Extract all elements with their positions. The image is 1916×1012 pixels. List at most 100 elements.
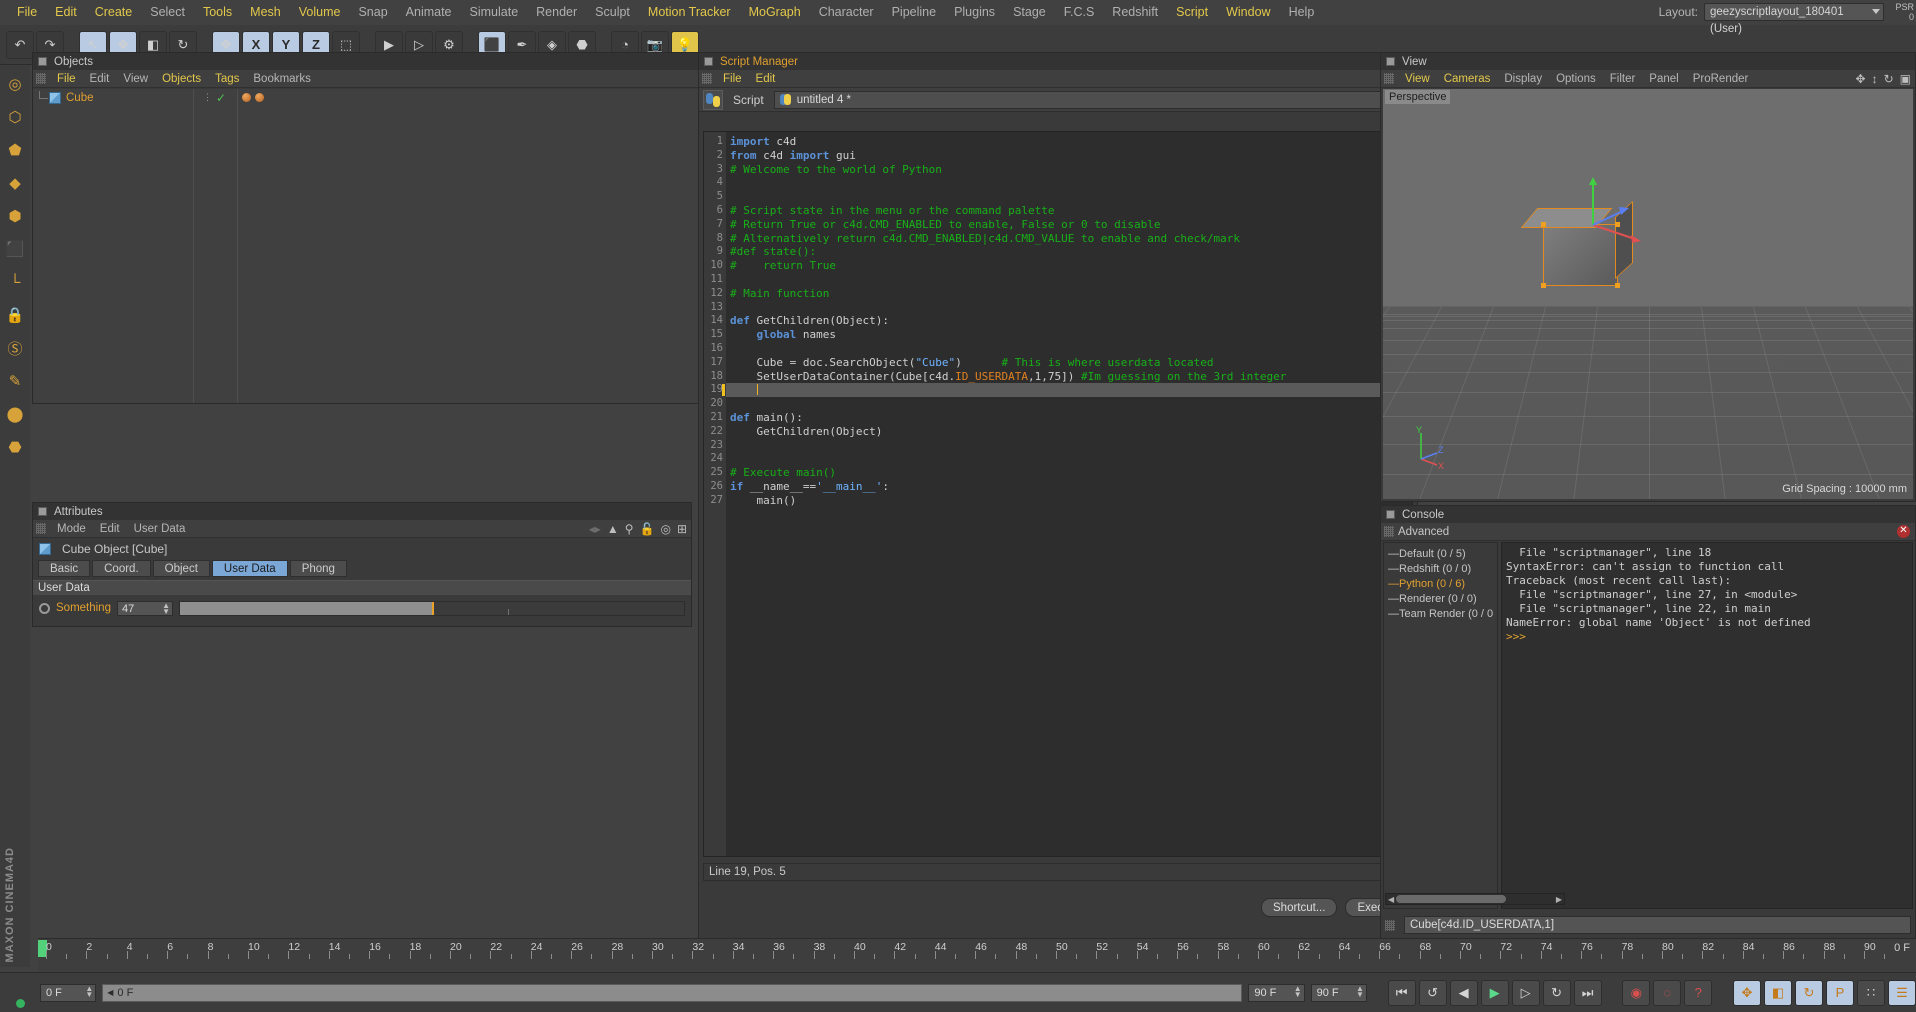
tab-advanced[interactable]: Advanced xyxy=(1398,526,1449,538)
menu-pipeline[interactable]: Pipeline xyxy=(883,0,945,25)
code-line[interactable] xyxy=(726,273,1412,287)
attributes-menu-edit[interactable]: Edit xyxy=(93,520,127,538)
objects-menu-view[interactable]: View xyxy=(116,70,155,88)
menu-motion-tracker[interactable]: Motion Tracker xyxy=(639,0,740,25)
view-menu-options[interactable]: Options xyxy=(1549,70,1603,88)
code-line[interactable]: main() xyxy=(726,494,1412,508)
go-to-end-button[interactable]: ⏭ xyxy=(1573,979,1602,1006)
objects-menu-file[interactable]: File xyxy=(50,70,83,88)
menu-create[interactable]: Create xyxy=(86,0,142,25)
lock-icon[interactable]: ⬣ xyxy=(2,432,28,462)
preview-end-input[interactable]: 90 F ▲ ▼ xyxy=(1310,983,1367,1002)
console-filter-item[interactable]: —Renderer (0 / 0) xyxy=(1386,592,1495,607)
rotate-camera-icon[interactable]: ↻ xyxy=(1884,72,1894,86)
script-dropdown[interactable]: untitled 4 * xyxy=(773,90,1412,109)
code-line[interactable]: global names xyxy=(726,328,1412,342)
pan-camera-icon[interactable]: ↕ xyxy=(1872,72,1878,86)
step-forward-button[interactable]: ▷ xyxy=(1511,979,1540,1006)
code-line[interactable] xyxy=(726,190,1412,204)
attributes-menu-user-data[interactable]: User Data xyxy=(127,520,193,538)
tag-icon[interactable] xyxy=(242,93,252,102)
menu-stage[interactable]: Stage xyxy=(1004,0,1055,25)
menu-select[interactable]: Select xyxy=(141,0,194,25)
menu-help[interactable]: Help xyxy=(1280,0,1324,25)
menu-character[interactable]: Character xyxy=(810,0,883,25)
code-line[interactable] xyxy=(726,439,1412,453)
view-menu-cameras[interactable]: Cameras xyxy=(1437,70,1498,88)
parameter-key-button[interactable]: P xyxy=(1825,979,1854,1006)
menu-f-c-s[interactable]: F.C.S xyxy=(1055,0,1104,25)
drag-grip-icon[interactable] xyxy=(1385,919,1395,931)
polygon-mode-icon[interactable]: ◆ xyxy=(2,168,28,198)
point-level-animation-button[interactable]: ∷ xyxy=(1856,979,1885,1006)
console-horizontal-scrollbar[interactable]: ◀ ▶ xyxy=(1385,893,1565,905)
console-filter-item[interactable]: —Python (0 / 6) xyxy=(1386,577,1495,592)
code-line[interactable]: GetChildren(Object) xyxy=(726,425,1412,439)
close-icon[interactable]: ✕ xyxy=(1897,525,1910,538)
scroll-right-icon[interactable]: ▶ xyxy=(1556,895,1562,904)
go-to-start-button[interactable]: ⏮ xyxy=(1387,979,1416,1006)
attributes-menu-mode[interactable]: Mode xyxy=(50,520,93,538)
shortcut-button[interactable]: Shortcut... xyxy=(1261,898,1338,917)
view-menu-display[interactable]: Display xyxy=(1497,70,1549,88)
timeline-ruler[interactable]: 0 F 0 2 4 6 8 10 12 14 16 18 20 22 24 26 28 30 32 34 36 38 4… xyxy=(38,938,1916,972)
record-keyframe-button[interactable]: ◉ xyxy=(1622,979,1651,1006)
menu-window[interactable]: Window xyxy=(1217,0,1279,25)
lock-axis-icon[interactable]: 🔒 xyxy=(2,300,28,330)
stepper-icon[interactable]: ▲ ▼ xyxy=(85,984,93,998)
position-key-button[interactable]: ✥ xyxy=(1732,979,1761,1006)
code-line[interactable] xyxy=(726,176,1412,190)
parameter-radio-icon[interactable] xyxy=(39,602,50,614)
code-line[interactable]: # Return True or c4d.CMD_ENABLED to enab… xyxy=(726,218,1412,232)
guide-icon[interactable]: ✎ xyxy=(2,366,28,396)
code-line[interactable]: #def state(): xyxy=(726,245,1412,259)
code-line[interactable]: # Main function xyxy=(726,287,1412,301)
drag-grip-icon[interactable] xyxy=(702,73,712,84)
autokey-button[interactable]: ◌ xyxy=(1653,979,1682,1006)
tab-phong[interactable]: Phong xyxy=(289,560,347,577)
play-button[interactable]: ▶ xyxy=(1480,979,1509,1006)
point-mode-icon[interactable]: ⬡ xyxy=(2,102,28,132)
code-line[interactable]: # Alternatively return c4d.CMD_ENABLED|c… xyxy=(726,232,1412,246)
menu-script[interactable]: Script xyxy=(1167,0,1217,25)
menu-snap[interactable]: Snap xyxy=(349,0,396,25)
tab-object[interactable]: Object xyxy=(152,560,210,577)
perspective-viewport[interactable]: Perspective Y X Z Grid Spacing: 10000 m… xyxy=(1383,89,1913,499)
code-line[interactable]: def GetChildren(Object): xyxy=(726,314,1412,328)
code-line[interactable] xyxy=(726,342,1412,356)
drag-grip-icon[interactable] xyxy=(1384,73,1394,84)
panel-menu-icon[interactable] xyxy=(704,57,713,66)
tab-basic[interactable]: Basic xyxy=(38,560,91,577)
slider-knob[interactable] xyxy=(431,601,434,615)
code-line[interactable] xyxy=(726,397,1412,411)
arrow-up-icon[interactable]: ▲ xyxy=(607,522,619,536)
menu-tools[interactable]: Tools xyxy=(194,0,241,25)
menu-render[interactable]: Render xyxy=(527,0,586,25)
lock-icon[interactable]: 🔓 xyxy=(640,522,655,536)
timeline-button[interactable]: ☰ xyxy=(1887,979,1916,1006)
code-line[interactable]: if __name__=='__main__': xyxy=(726,480,1412,494)
scroll-left-icon[interactable]: ◀ xyxy=(1388,895,1394,904)
menu-sculpt[interactable]: Sculpt xyxy=(586,0,639,25)
objects-menu-edit[interactable]: Edit xyxy=(83,70,117,88)
stepper-icon[interactable]: ▲ ▼ xyxy=(1356,984,1364,998)
script-menu-edit[interactable]: Edit xyxy=(749,70,783,88)
stepper-icon[interactable]: ▲ ▼ xyxy=(162,601,170,615)
panel-menu-icon[interactable] xyxy=(38,57,47,66)
edge-mode-icon[interactable]: ⬟ xyxy=(2,135,28,165)
panel-menu-icon[interactable] xyxy=(38,507,47,516)
panel-menu-icon[interactable] xyxy=(1386,510,1395,519)
texture-tool-icon[interactable]: ◎ xyxy=(2,69,28,99)
stepper-icon[interactable]: ▲ ▼ xyxy=(1294,984,1302,998)
objects-menu-objects[interactable]: Objects xyxy=(155,70,208,88)
search-icon[interactable]: ⚲ xyxy=(625,522,634,536)
tab-user-data[interactable]: User Data xyxy=(211,560,288,577)
code-editor[interactable]: 1 2 3 4 5 6 7 8 9 10 11 12 13 14 15 16 17 18 19 20 21 22 23 24 2… xyxy=(703,131,1413,857)
drag-grip-icon[interactable] xyxy=(1384,526,1394,537)
end-frame-input[interactable]: 90 F ▲ ▼ xyxy=(1248,983,1305,1002)
plus-icon[interactable]: ⊞ xyxy=(677,522,687,536)
code-line[interactable] xyxy=(726,383,1412,398)
model-mode-icon[interactable]: ⬢ xyxy=(2,201,28,231)
step-back-button[interactable]: ◀ xyxy=(1449,979,1478,1006)
menu-plugins[interactable]: Plugins xyxy=(945,0,1004,25)
